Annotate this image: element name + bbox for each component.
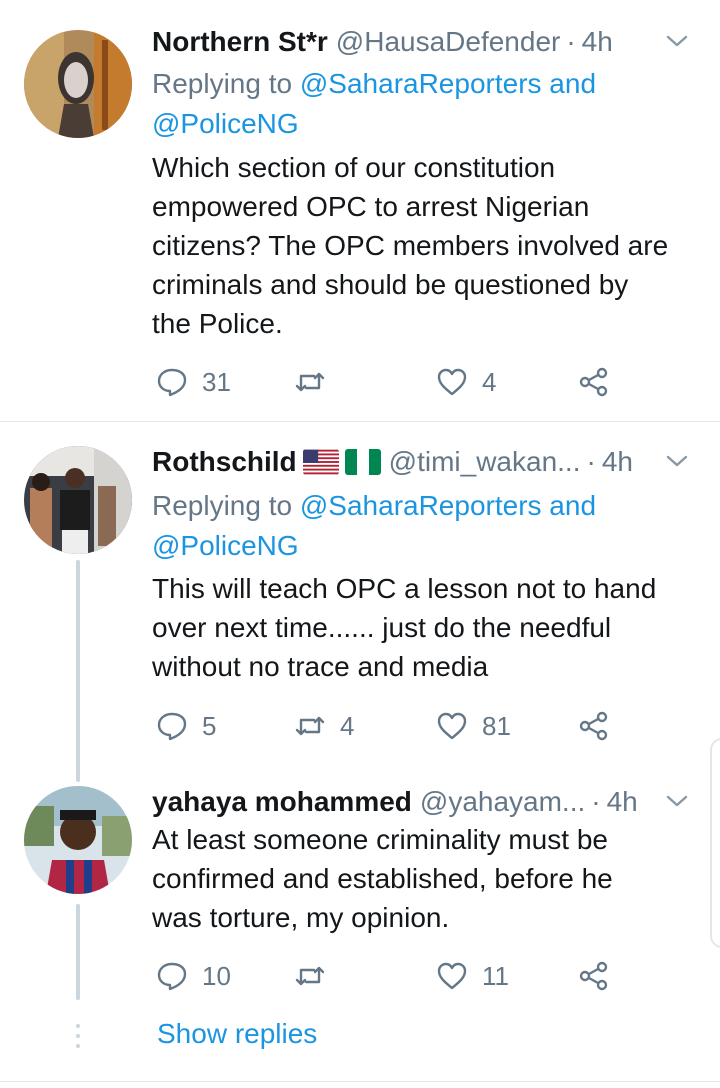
tweet-text-line: empowered OPC to arrest Nigerian	[152, 191, 590, 222]
tweet-header: Northern St*r @HausaDefender · 4h	[152, 22, 700, 62]
tweet-text-line: confirmed and established, before he	[152, 863, 613, 894]
share-icon	[579, 961, 608, 991]
timestamp[interactable]: 4h	[582, 26, 613, 58]
display-name[interactable]: yahaya mohammed	[152, 786, 412, 818]
avatar-image	[24, 30, 132, 138]
share-icon	[579, 367, 608, 397]
display-name[interactable]: Northern St*r	[152, 26, 328, 58]
tweet-3[interactable]: yahaya mohammed @yahayam... · 4h At leas…	[0, 762, 720, 1082]
avatar[interactable]	[24, 786, 132, 894]
like-button[interactable]: 81	[436, 706, 511, 746]
like-count: 4	[482, 366, 497, 397]
replying-to: Replying to @SaharaReporters and @Police…	[152, 64, 696, 144]
heart-icon	[437, 368, 467, 396]
separator-dot: ·	[566, 26, 576, 57]
divider	[0, 1081, 720, 1082]
avatar[interactable]	[24, 30, 132, 138]
replying-prefix: Replying to	[152, 490, 300, 521]
separator-dot: ·	[586, 446, 596, 477]
reply-icon	[157, 712, 187, 741]
replying-prefix: Replying to	[152, 68, 300, 99]
retweet-icon	[295, 716, 325, 736]
tweet-text-line: was torture, my opinion.	[152, 902, 450, 933]
share-icon	[579, 711, 608, 741]
user-handle[interactable]: @yahayam...	[420, 786, 585, 818]
mention-link[interactable]: @PoliceNG	[152, 108, 299, 139]
like-button[interactable]: 4	[436, 362, 496, 402]
tweet-text-line: criminals and should be questioned by	[152, 269, 629, 300]
name-flags	[302, 449, 381, 475]
retweet-button[interactable]	[294, 362, 326, 402]
timestamp[interactable]: 4h	[607, 786, 638, 818]
avatar-image	[24, 786, 132, 894]
tweet-text-line: At least someone criminality must be	[152, 824, 608, 855]
timestamp[interactable]: 4h	[602, 446, 633, 478]
retweet-button[interactable]	[294, 956, 326, 996]
action-bar: 5 4 81	[152, 706, 622, 746]
chevron-down-icon[interactable]	[662, 786, 692, 816]
nigeria-flag-icon	[344, 449, 381, 475]
tweet-text-line: without no trace and media	[152, 651, 489, 682]
tweet-text: At least someone criminality must be con…	[152, 820, 700, 937]
separator-dot: ·	[591, 786, 601, 817]
reply-count: 31	[202, 366, 231, 397]
action-bar: 10 11	[152, 956, 622, 996]
like-count: 11	[482, 960, 509, 991]
avatar-image	[24, 446, 132, 554]
mention-link[interactable]: @PoliceNG	[152, 530, 299, 561]
retweet-button[interactable]: 4	[294, 706, 354, 746]
mention-link[interactable]: @SaharaReporters and	[300, 490, 596, 521]
chevron-down-icon[interactable]	[662, 26, 692, 56]
reply-button[interactable]: 5	[156, 706, 216, 746]
user-handle[interactable]: @HausaDefender	[336, 26, 561, 58]
display-name[interactable]: Rothschild	[152, 446, 297, 478]
tweet-1[interactable]: Northern St*r @HausaDefender · 4h Replyi…	[0, 0, 720, 420]
tweet-text-line: This will teach OPC a lesson not to hand	[152, 573, 657, 604]
avatar[interactable]	[24, 446, 132, 554]
tweet-text-line: Which section of our constitution	[152, 152, 556, 183]
action-bar: 31 4	[152, 362, 622, 402]
share-button[interactable]	[578, 362, 610, 402]
offscreen-card-edge	[710, 738, 720, 948]
replying-to: Replying to @SaharaReporters and @Police…	[152, 486, 696, 566]
thread-line	[76, 560, 80, 782]
tweet-text: This will teach OPC a lesson not to hand…	[152, 569, 700, 686]
show-replies-link[interactable]: Show replies	[157, 1018, 317, 1050]
reply-button[interactable]: 10	[156, 956, 231, 996]
chevron-down-icon[interactable]	[662, 446, 692, 476]
heart-icon	[437, 712, 467, 740]
retweet-count: 4	[340, 710, 355, 741]
reply-icon	[157, 962, 187, 991]
like-button[interactable]: 11	[436, 956, 509, 996]
tweet-2[interactable]: Rothschild @timi_wakan... · 4h Replying …	[0, 422, 720, 762]
tweet-header: yahaya mohammed @yahayam... · 4h	[152, 782, 700, 822]
tweet-text-line: citizens? The OPC members involved are	[152, 230, 669, 261]
share-button[interactable]	[578, 956, 610, 996]
reply-icon	[157, 368, 187, 397]
reply-count: 5	[202, 710, 217, 741]
tweet-header: Rothschild @timi_wakan... · 4h	[152, 442, 700, 482]
heart-icon	[437, 962, 467, 990]
like-count: 81	[482, 710, 511, 741]
retweet-icon	[295, 966, 325, 986]
tweet-text: Which section of our constitution empowe…	[152, 148, 700, 343]
reply-button[interactable]: 31	[156, 362, 231, 402]
tweet-text-line: over next time...... just do the needful	[152, 612, 612, 643]
retweet-icon	[295, 372, 325, 392]
user-handle[interactable]: @timi_wakan...	[389, 446, 581, 478]
share-button[interactable]	[578, 706, 610, 746]
mention-link[interactable]: @SaharaReporters and	[300, 68, 596, 99]
tweet-text-line: the Police.	[152, 308, 283, 339]
reply-count: 10	[202, 960, 231, 991]
us-flag-icon	[302, 449, 339, 475]
